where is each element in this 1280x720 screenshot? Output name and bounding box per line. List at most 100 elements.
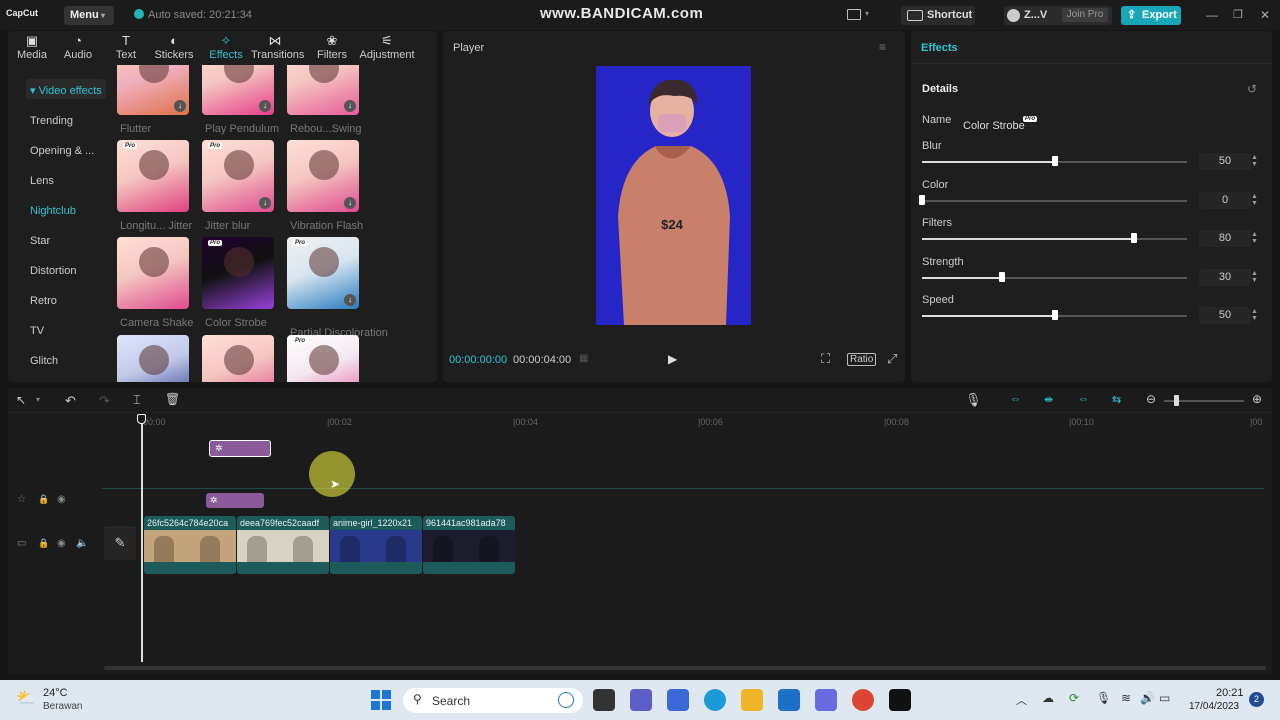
- effect-clip-selected[interactable]: ✲: [209, 440, 271, 457]
- menu-button[interactable]: Menu ▾: [64, 6, 114, 25]
- slider-knob[interactable]: [1051, 310, 1058, 320]
- chevron-down-icon[interactable]: ▾: [36, 395, 40, 404]
- lock-icon[interactable]: 🔒: [38, 494, 49, 505]
- tab-effects[interactable]: ✧ Effects: [202, 31, 250, 65]
- layout-icon[interactable]: [847, 9, 861, 20]
- microphone-icon[interactable]: 🎙: [965, 392, 982, 408]
- category-trending[interactable]: Trending: [30, 115, 73, 127]
- value-input-strength[interactable]: 30: [1199, 268, 1251, 286]
- effect-thumbnail[interactable]: Pro: [287, 335, 359, 382]
- tab-effects[interactable]: Effects: [921, 42, 958, 54]
- sync-icon[interactable]: ⟳: [1069, 691, 1079, 705]
- tab-transitions[interactable]: ⋈ Transitions: [251, 31, 304, 65]
- video-preview[interactable]: $24: [596, 66, 751, 325]
- effect-thumbnail[interactable]: Pro: [117, 140, 189, 212]
- value-input-speed[interactable]: 50: [1199, 307, 1251, 324]
- effect-card[interactable]: Pro ↓ Partial Discoloration: [287, 237, 397, 339]
- link-icon[interactable]: ⇔: [1078, 393, 1089, 405]
- category-video-effects[interactable]: ▾ Video effects: [26, 79, 106, 99]
- notification-badge[interactable]: 2: [1249, 692, 1264, 707]
- effect-card[interactable]: ↓ Vibration Flash: [287, 140, 397, 238]
- effect-thumbnail[interactable]: [202, 335, 274, 382]
- chevron-up-icon[interactable]: ︿: [1016, 692, 1027, 708]
- delete-icon[interactable]: 🗑: [165, 392, 180, 406]
- video-clip[interactable]: deea769fec52caadf: [237, 516, 329, 574]
- wifi-icon[interactable]: ≋: [1121, 691, 1131, 705]
- effect-thumbnail[interactable]: Pro: [202, 237, 274, 309]
- category-opening[interactable]: Opening & ...: [30, 145, 94, 157]
- edge-icon[interactable]: [704, 689, 726, 711]
- snap-link-icon[interactable]: ⇔: [1010, 393, 1021, 405]
- tab-audio[interactable]: ◔ Audio: [54, 31, 102, 65]
- video-clip[interactable]: anime-girl_1220x21: [330, 516, 422, 574]
- slider-color[interactable]: [922, 199, 1187, 202]
- file-explorer-icon[interactable]: [741, 689, 763, 711]
- value-input-filters[interactable]: 80: [1199, 230, 1251, 247]
- horizontal-scrollbar[interactable]: [104, 666, 1266, 670]
- download-icon[interactable]: ↓: [259, 197, 271, 209]
- category-lens[interactable]: Lens: [30, 175, 54, 187]
- select-tool-icon[interactable]: ↖: [16, 393, 26, 407]
- category-star[interactable]: Star: [30, 235, 50, 247]
- close-icon[interactable]: ✕: [1260, 8, 1270, 22]
- tab-adjustment[interactable]: ⚟ Adjustment: [352, 31, 422, 65]
- stepper-icon[interactable]: ▲ ▼: [1251, 231, 1258, 245]
- effect-thumbnail[interactable]: ↓: [202, 65, 274, 115]
- microphone-icon[interactable]: 🎙: [1096, 691, 1111, 705]
- teams-icon[interactable]: [630, 689, 652, 711]
- playhead[interactable]: [141, 414, 143, 662]
- download-icon[interactable]: ↓: [259, 100, 271, 112]
- category-retro[interactable]: Retro: [30, 295, 57, 307]
- ratio-button[interactable]: Ratio: [847, 353, 877, 366]
- taskbar-search[interactable]: ⚲ Search: [403, 688, 583, 713]
- windows-start-icon[interactable]: [371, 690, 391, 710]
- effect-thumbnail[interactable]: Pro ↓: [202, 140, 274, 212]
- speaker-icon[interactable]: 🔈: [76, 538, 88, 549]
- eye-icon[interactable]: ◉: [57, 538, 66, 549]
- snap-icon[interactable]: ⇼: [1044, 393, 1053, 406]
- split-icon[interactable]: ⌶: [133, 392, 141, 408]
- chrome-icon[interactable]: [852, 689, 874, 711]
- reset-icon[interactable]: ↺: [1247, 82, 1257, 96]
- effect-thumbnail[interactable]: ↓: [117, 65, 189, 115]
- effect-thumbnail[interactable]: [117, 335, 189, 382]
- category-nightclub[interactable]: Nightclub: [30, 205, 76, 217]
- join-pro-button[interactable]: Join Pro: [1062, 8, 1108, 22]
- value-input-blur[interactable]: 50: [1199, 153, 1251, 170]
- export-button[interactable]: ⇪ Export: [1121, 6, 1181, 25]
- grid-icon[interactable]: ▦: [579, 353, 588, 364]
- weather-icon[interactable]: ⛅: [16, 688, 36, 708]
- zoom-in-icon[interactable]: ⊕: [1252, 392, 1262, 406]
- effect-clip[interactable]: ✲: [206, 493, 264, 508]
- category-tv[interactable]: TV: [30, 325, 44, 337]
- download-icon[interactable]: ↓: [344, 197, 356, 209]
- visual-studio-icon[interactable]: [667, 689, 689, 711]
- effect-thumbnail[interactable]: [117, 237, 189, 309]
- clock-date[interactable]: 17/04/2023: [1189, 701, 1239, 712]
- tab-stickers[interactable]: ◐ Stickers: [150, 31, 198, 65]
- fit-icon[interactable]: ⛶: [821, 351, 830, 367]
- preview-axis-icon[interactable]: ⇆: [1112, 393, 1121, 406]
- mail-icon[interactable]: [778, 689, 800, 711]
- slider-knob[interactable]: [919, 194, 925, 205]
- effect-card[interactable]: Pro: [287, 335, 397, 382]
- cloud-icon[interactable]: ☁: [1042, 691, 1054, 705]
- minimize-icon[interactable]: —: [1206, 8, 1218, 22]
- effect-card[interactable]: ↓ Rebou...Swing: [287, 65, 397, 141]
- tab-filters[interactable]: ❀ Filters: [308, 31, 356, 65]
- category-distortion[interactable]: Distortion: [30, 265, 76, 277]
- effect-thumbnail[interactable]: Pro ↓: [287, 237, 359, 309]
- redo-icon[interactable]: ↷: [99, 393, 110, 409]
- stepper-icon[interactable]: ▲ ▼: [1251, 308, 1258, 322]
- stepper-icon[interactable]: ▲ ▼: [1251, 193, 1258, 207]
- restore-icon[interactable]: ❐: [1233, 8, 1243, 21]
- tab-text[interactable]: T Text: [102, 31, 150, 65]
- stepper-icon[interactable]: ▲ ▼: [1251, 270, 1258, 284]
- shortcut-button[interactable]: Shortcut: [901, 6, 975, 25]
- effect-thumbnail[interactable]: ↓: [287, 140, 359, 212]
- slider-knob[interactable]: [1131, 233, 1137, 243]
- effect-thumbnail[interactable]: ↓: [287, 65, 359, 115]
- download-icon[interactable]: ↓: [344, 100, 356, 112]
- slider-knob[interactable]: [1051, 156, 1058, 166]
- download-icon[interactable]: ↓: [344, 294, 356, 306]
